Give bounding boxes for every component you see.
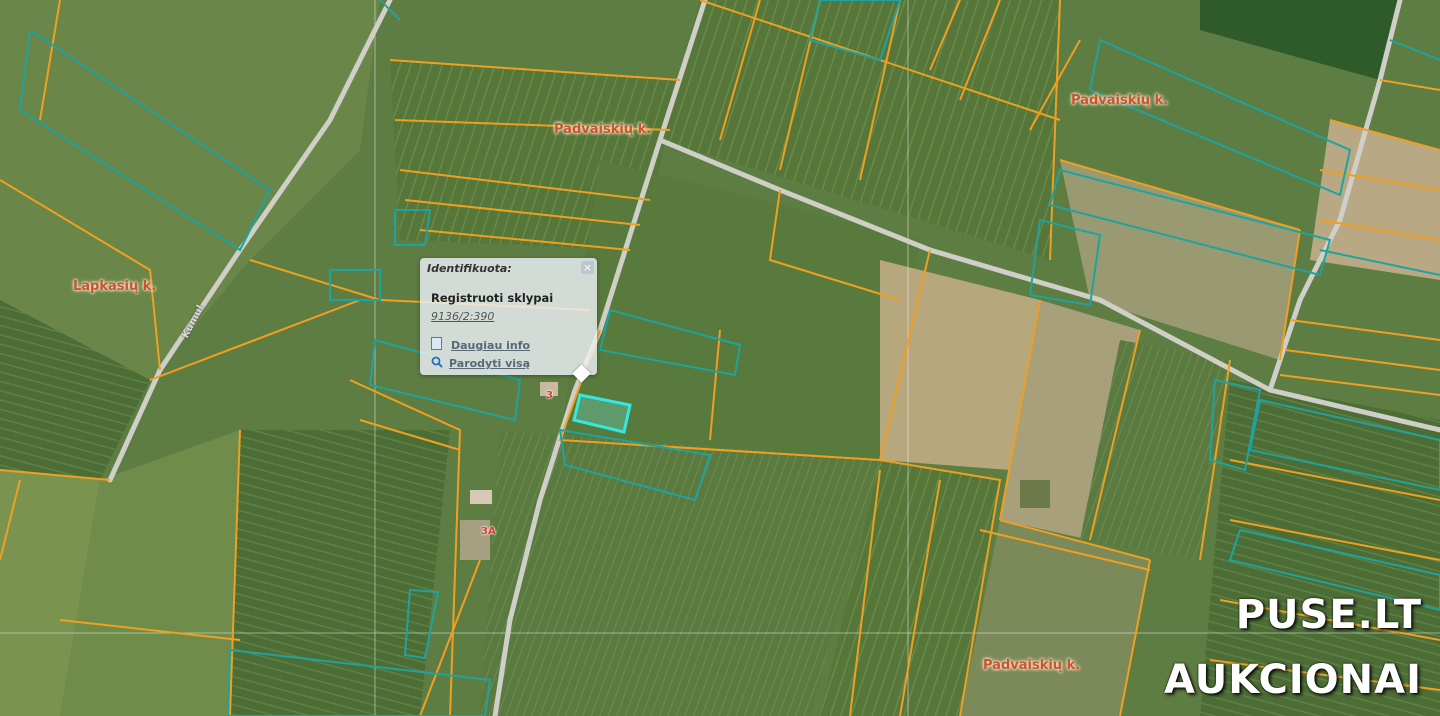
show-all-label: Parodyti visą xyxy=(449,357,530,370)
house-number-3: 3 xyxy=(546,390,553,401)
magnifier-icon xyxy=(431,356,443,368)
field-areas xyxy=(0,0,1440,716)
document-icon xyxy=(431,337,442,350)
popup-layer-name: Registruoti sklypai xyxy=(431,291,554,305)
parcel-id-link[interactable]: 9136/2:390 xyxy=(431,310,494,323)
identify-popup: Identifikuota: × Registruoti sklypai 913… xyxy=(420,258,597,375)
show-all-link[interactable]: Parodyti visą xyxy=(431,356,530,370)
watermark-line-2: AUKCIONAI xyxy=(1164,657,1422,703)
more-info-label: Daugiau info xyxy=(451,339,531,352)
popup-close-button[interactable]: × xyxy=(581,261,594,274)
place-label-padvaiskiu-1: Padvaiskių k. xyxy=(554,122,652,137)
more-info-link[interactable]: Daugiau info xyxy=(431,337,530,352)
house-number-3a: 3A xyxy=(481,526,496,537)
place-label-padvaiskiu-2: Padvaiskių k. xyxy=(1071,93,1169,108)
place-label-lapkasiu: Lapkasių k. xyxy=(73,279,157,294)
watermark-line-1: PUSE.LT xyxy=(1235,592,1422,638)
place-label-padvaiskiu-3: Padvaiskių k. xyxy=(983,658,1081,673)
popup-title: Identifikuota: xyxy=(427,262,512,275)
orthophoto-map[interactable] xyxy=(0,0,1440,716)
